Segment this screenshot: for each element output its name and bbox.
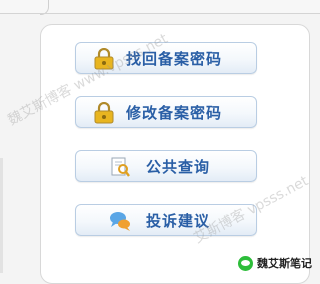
button-label: 公共查询 bbox=[146, 157, 211, 176]
brand-badge: 魏艾斯笔记 bbox=[238, 255, 312, 271]
chat-bubbles-icon bbox=[110, 212, 130, 231]
button-label: 修改备案密码 bbox=[126, 103, 223, 122]
public-query-button[interactable]: 公共查询 bbox=[75, 150, 257, 182]
lock-icon bbox=[94, 102, 114, 124]
change-filing-password-button[interactable]: 修改备案密码 bbox=[75, 96, 257, 128]
document-search-icon bbox=[111, 157, 130, 177]
left-edge-line bbox=[0, 158, 3, 273]
tab-divider bbox=[0, 13, 320, 14]
brand-name: 魏艾斯笔记 bbox=[257, 257, 312, 270]
wechat-logo-icon bbox=[238, 255, 253, 271]
